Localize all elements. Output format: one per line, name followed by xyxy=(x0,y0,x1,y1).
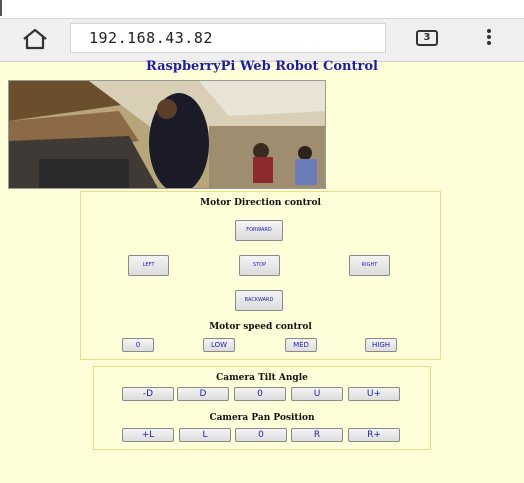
speed-zero-button[interactable]: 0 xyxy=(122,338,154,352)
status-indicator xyxy=(0,0,2,16)
speed-med-button[interactable]: MED xyxy=(285,338,317,352)
right-button[interactable]: RIGHT xyxy=(349,255,390,276)
tilt-up-button[interactable]: U xyxy=(291,387,343,401)
forward-button[interactable]: FORWARD xyxy=(235,220,283,241)
backward-button[interactable]: BACKWARD xyxy=(235,290,283,311)
address-bar[interactable]: 192.168.43.82 xyxy=(70,23,386,53)
motor-speed-heading: Motor speed control xyxy=(209,322,312,332)
pan-left-button[interactable]: L xyxy=(179,428,231,442)
tilt-up-fast-button[interactable]: U+ xyxy=(348,387,400,401)
motor-direction-heading: Motor Direction control xyxy=(200,198,321,208)
tilt-down-fast-button[interactable]: -D xyxy=(122,387,174,401)
home-icon[interactable] xyxy=(21,27,49,51)
camera-pan-heading: Camera Pan Position xyxy=(209,413,315,423)
pan-right-button[interactable]: R xyxy=(291,428,343,442)
motor-control-panel: Motor Direction control FORWARD LEFT STO… xyxy=(80,191,441,360)
camera-tilt-heading: Camera Tilt Angle xyxy=(216,373,308,383)
overflow-menu-icon[interactable] xyxy=(484,29,494,49)
page-title: RaspberryPi Web Robot Control xyxy=(146,59,378,74)
pan-right-fast-button[interactable]: R+ xyxy=(348,428,400,442)
speed-high-button[interactable]: HIGH xyxy=(365,338,397,352)
pan-center-button[interactable]: 0 xyxy=(235,428,287,442)
stop-button[interactable]: STOP xyxy=(239,255,280,276)
left-button[interactable]: LEFT xyxy=(128,255,169,276)
tilt-down-button[interactable]: D xyxy=(177,387,229,401)
tilt-center-button[interactable]: 0 xyxy=(234,387,286,401)
pan-left-fast-button[interactable]: +L xyxy=(122,428,174,442)
camera-control-panel: Camera Tilt Angle -D D 0 U U+ Camera Pan… xyxy=(93,366,431,450)
speed-low-button[interactable]: LOW xyxy=(203,338,235,352)
tab-switcher-icon[interactable]: 3 xyxy=(416,30,438,46)
camera-feed xyxy=(8,80,326,189)
status-bar xyxy=(0,0,524,19)
browser-toolbar: 192.168.43.82 3 xyxy=(0,19,524,62)
